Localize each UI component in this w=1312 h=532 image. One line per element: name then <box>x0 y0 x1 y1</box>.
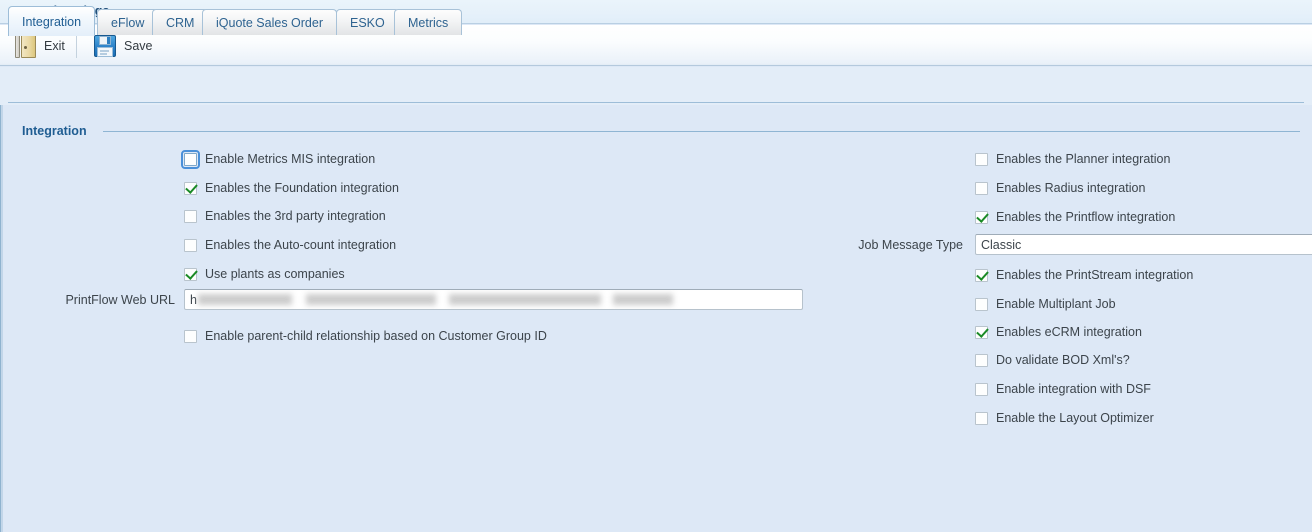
checkbox-row-enable-metrics-mis[interactable]: Enable Metrics MIS integration <box>181 149 376 169</box>
save-button-label: Save <box>124 39 153 53</box>
checkbox-multiplant-job[interactable] <box>975 297 988 311</box>
job-message-type-label: Job Message Type <box>858 238 963 252</box>
printflow-web-url-input[interactable]: h <box>184 289 803 310</box>
redaction-block <box>305 294 436 305</box>
checkbox-use-plants-as-companies[interactable] <box>184 267 197 281</box>
checkbox-parent-child-relationship[interactable] <box>184 329 197 343</box>
checkbox-enable-metrics-mis[interactable] <box>181 149 200 169</box>
tab-integration[interactable]: Integration <box>8 6 96 36</box>
checkbox-row-foundation-integration[interactable]: Enables the Foundation integration <box>184 178 399 198</box>
tab-metrics[interactable]: Metrics <box>394 9 463 35</box>
checkbox-auto-count-integration[interactable] <box>184 238 197 252</box>
checkbox-label: Enables the Foundation integration <box>205 181 399 195</box>
job-message-type-value: Classic <box>981 237 1022 252</box>
checkbox-foundation-integration[interactable] <box>184 181 197 195</box>
redaction-block <box>612 294 673 305</box>
checkbox-label: Enable integration with DSF <box>996 382 1151 396</box>
checkbox-3rd-party-integration[interactable] <box>184 209 197 223</box>
checkbox-label: Use plants as companies <box>205 267 345 281</box>
checkbox-label: Enables Radius integration <box>996 181 1146 195</box>
tab-label: iQuote Sales Order <box>216 15 323 30</box>
checkbox-planner-integration[interactable] <box>975 152 988 166</box>
checkbox-row-multiplant-job[interactable]: Enable Multiplant Job <box>975 294 1116 314</box>
job-message-type-input[interactable]: Classic <box>975 234 1312 255</box>
checkbox-row-validate-bod-xmls[interactable]: Do validate BOD Xml's? <box>975 350 1130 370</box>
checkbox-label: Do validate BOD Xml's? <box>996 353 1130 367</box>
checkbox-label: Enables the Planner integration <box>996 152 1171 166</box>
checkbox-label: Enables eCRM integration <box>996 325 1142 339</box>
checkbox-ecrm-integration[interactable] <box>975 325 988 339</box>
tab-eflow[interactable]: eFlow <box>97 9 159 35</box>
tab-label: Metrics <box>408 15 449 30</box>
group-box-rule <box>103 131 1300 132</box>
checkbox-label: Enables the Auto-count integration <box>205 238 397 252</box>
tab-label: Integration <box>22 14 82 29</box>
checkbox-row-planner-integration[interactable]: Enables the Planner integration <box>975 149 1170 169</box>
checkbox-row-parent-child-relationship[interactable]: Enable parent-child relationship based o… <box>184 326 547 346</box>
toolbar-separator <box>76 34 77 58</box>
tab-esko[interactable]: ESKO <box>336 9 399 35</box>
checkbox-printstream-integration[interactable] <box>975 268 988 282</box>
door-icon <box>15 34 37 58</box>
checkbox-row-radius-integration[interactable]: Enables Radius integration <box>975 178 1145 198</box>
printflow-web-url-value: h <box>190 292 197 307</box>
checkbox-label: Enables the Printflow integration <box>996 210 1176 224</box>
checkbox-row-printstream-integration[interactable]: Enables the PrintStream integration <box>975 265 1193 285</box>
checkbox-label: Enable the Layout Optimizer <box>996 411 1154 425</box>
checkbox-integration-with-dsf[interactable] <box>975 382 988 396</box>
printflow-web-url-label: PrintFlow Web URL <box>65 293 175 307</box>
tab-label: ESKO <box>350 15 385 30</box>
tab-label: CRM <box>166 15 195 30</box>
tab-label: eFlow <box>111 15 145 30</box>
exit-button-label: Exit <box>44 39 65 53</box>
checkbox-label: Enable Multiplant Job <box>996 297 1116 311</box>
checkbox-row-3rd-party-integration[interactable]: Enables the 3rd party integration <box>184 206 386 226</box>
checkbox-label: Enable parent-child relationship based o… <box>205 329 547 343</box>
checkbox-label: Enables the PrintStream integration <box>996 268 1194 282</box>
redaction-block <box>448 294 601 305</box>
checkbox-row-printflow-integration[interactable]: Enables the Printflow integration <box>975 207 1175 227</box>
checkbox-label: Enables the 3rd party integration <box>205 209 386 223</box>
integration-panel: Integration Enable Metrics MIS integrati… <box>0 105 1312 532</box>
tab-strip <box>0 67 1312 105</box>
checkbox-row-layout-optimizer[interactable]: Enable the Layout Optimizer <box>975 408 1154 428</box>
checkbox-row-ecrm-integration[interactable]: Enables eCRM integration <box>975 322 1142 342</box>
checkbox-label: Enable Metrics MIS integration <box>205 152 376 166</box>
group-box-title: Integration <box>22 124 87 138</box>
checkbox-row-integration-with-dsf[interactable]: Enable integration with DSF <box>975 379 1151 399</box>
checkbox-row-auto-count-integration[interactable]: Enables the Auto-count integration <box>184 235 396 255</box>
tab-strip-underline <box>8 102 1304 103</box>
tab-crm[interactable]: CRM <box>152 9 209 35</box>
tab-iquote-sales-order[interactable]: iQuote Sales Order <box>202 9 337 35</box>
floppy-disk-icon <box>93 34 117 58</box>
checkbox-printflow-integration[interactable] <box>975 210 988 224</box>
checkbox-layout-optimizer[interactable] <box>975 411 988 425</box>
checkbox-row-use-plants-as-companies[interactable]: Use plants as companies <box>184 264 345 284</box>
checkbox-validate-bod-xmls[interactable] <box>975 353 988 367</box>
checkbox-radius-integration[interactable] <box>975 181 988 195</box>
redaction-block <box>197 294 292 305</box>
